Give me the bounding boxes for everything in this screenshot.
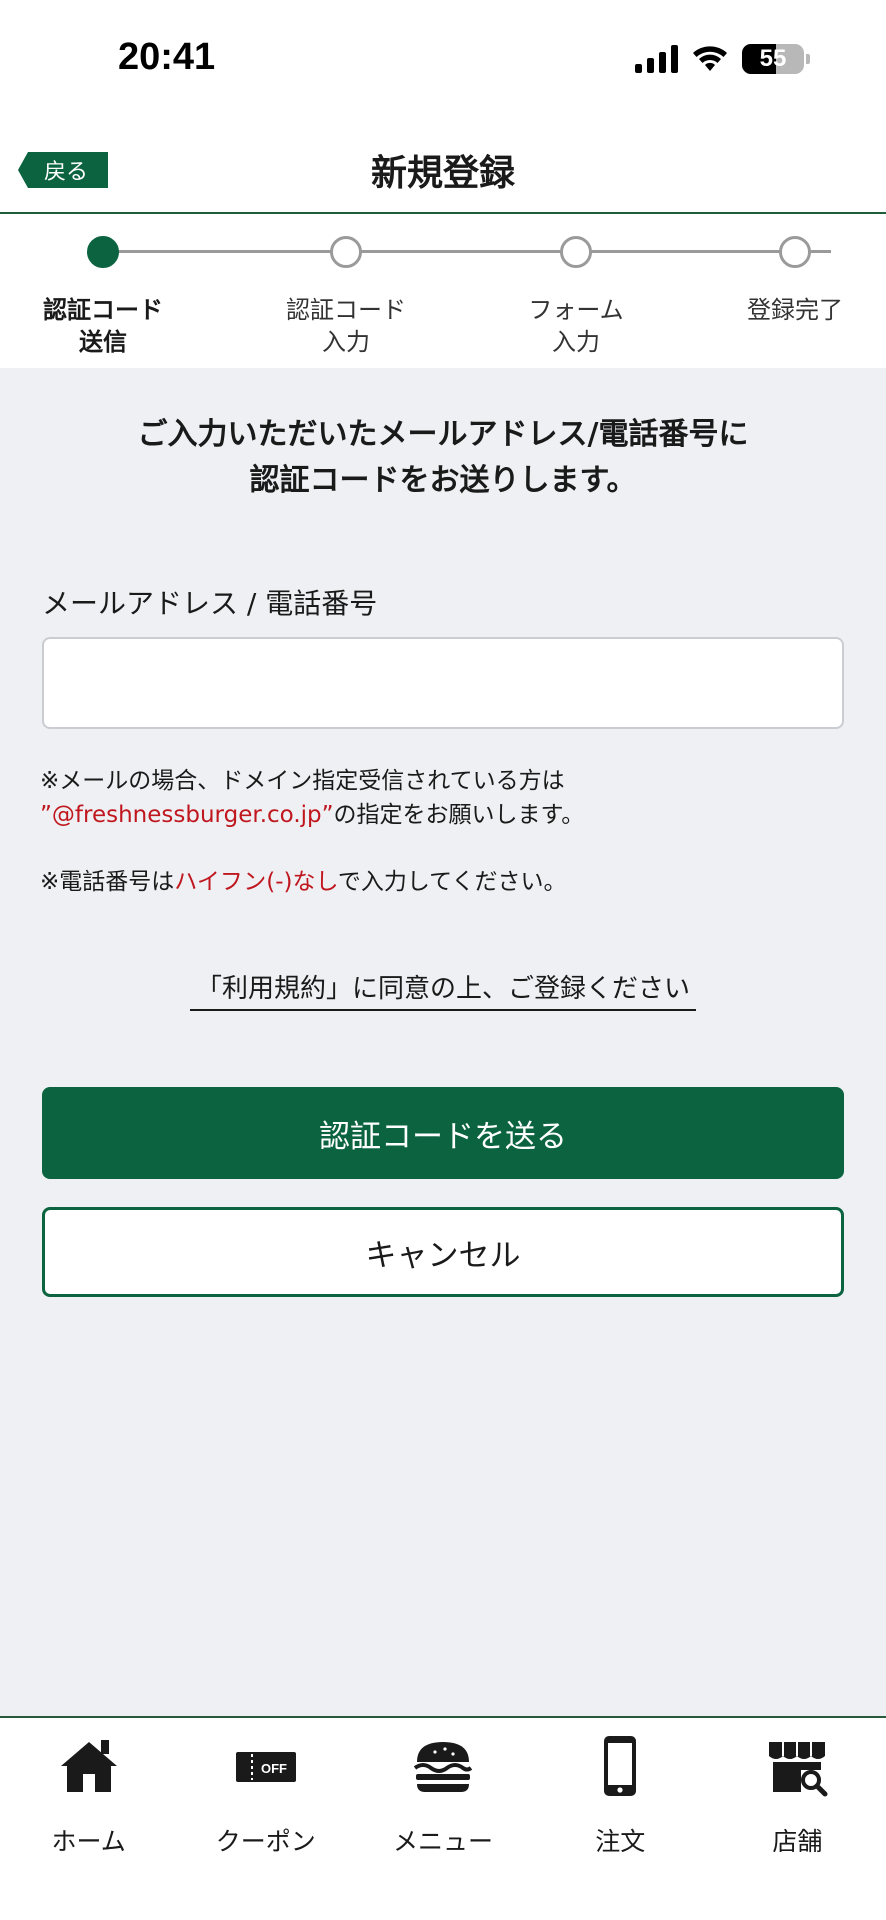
step-dot-form	[560, 236, 592, 268]
step-dot-send-code	[87, 236, 119, 268]
domain-highlight: ”@freshnessburger.co.jp”	[40, 802, 334, 828]
send-code-button[interactable]: 認証コードを送る	[42, 1087, 844, 1179]
tab-home[interactable]: ホーム	[0, 1718, 177, 1920]
step-dot-enter-code	[330, 236, 362, 268]
mail-note-line: ※メールの場合、ドメイン指定受信されている方は	[40, 768, 565, 794]
progress-stepper: 認証コード 送信 認証コード 入力 フォーム 入力 登録完了	[0, 214, 886, 368]
step-label-line: フォーム	[528, 296, 624, 324]
tab-menu[interactable]: メニュー	[354, 1718, 531, 1920]
step-label-line: 認証コード	[286, 296, 406, 324]
page-title: 新規登録	[370, 153, 515, 194]
battery-cap	[806, 54, 810, 64]
coupon-icon: OFF	[235, 1752, 296, 1782]
tab-store[interactable]: 店舗	[709, 1718, 886, 1920]
burger-icon	[413, 1742, 473, 1792]
home-icon	[60, 1740, 117, 1792]
intro-message: ご入力いただいたメールアドレス/電話番号に 認証コードをお送りします。	[0, 412, 886, 504]
status-bar: 20:41 55	[0, 0, 886, 118]
terms-link[interactable]: 「利用規約」に同意の上、ご登録ください	[189, 968, 696, 1011]
nav-header: 戻る 新規登録	[0, 118, 886, 214]
step-label-line: 登録完了	[747, 296, 843, 324]
step-label-line: 認証コード	[43, 296, 163, 324]
status-icons: 55	[635, 44, 810, 74]
svg-text:OFF: OFF	[261, 1761, 287, 1776]
battery-level: 55	[759, 45, 787, 72]
step-label-line: 入力	[552, 328, 600, 356]
tab-label: 注文	[595, 1827, 646, 1856]
step-label-enter-code: 認証コード 入力	[266, 294, 426, 358]
step-label-line: 入力	[322, 328, 370, 356]
intro-line: 認証コードをお送りします。	[249, 463, 637, 498]
phone-note-suffix: で入力してください。	[337, 869, 567, 895]
hyphen-highlight: ハイフン(-)なし	[174, 869, 338, 895]
step-label-complete: 登録完了	[715, 294, 875, 326]
tab-order[interactable]: 注文	[532, 1718, 709, 1920]
contact-input[interactable]	[42, 637, 844, 729]
mail-note: ※メールの場合、ドメイン指定受信されている方は ”@freshnessburge…	[40, 764, 584, 832]
step-label-send-code: 認証コード 送信	[23, 294, 183, 358]
contact-field-label: メールアドレス / 電話番号	[42, 587, 378, 620]
status-time: 20:41	[118, 36, 216, 78]
tab-label: 店舗	[772, 1827, 823, 1856]
terms-link-row: 「利用規約」に同意の上、ご登録ください	[0, 968, 886, 1011]
step-label-form: フォーム 入力	[496, 294, 656, 358]
smartphone-icon	[604, 1736, 637, 1796]
cellular-signal-icon	[635, 45, 678, 73]
mail-note-text: の指定をお願いします。	[333, 802, 585, 828]
tab-label: ホーム	[51, 1827, 126, 1856]
tab-bar: ホーム OFF クーポン メニュー 注文 店舗	[0, 1716, 886, 1920]
tab-label: クーポン	[215, 1827, 316, 1856]
step-dot-complete	[779, 236, 811, 268]
battery-icon: 55	[742, 44, 804, 74]
step-label-line: 送信	[79, 328, 127, 356]
wifi-icon	[693, 46, 727, 71]
cancel-button[interactable]: キャンセル	[42, 1207, 844, 1297]
stepper-line	[103, 250, 831, 253]
tab-coupon[interactable]: OFF クーポン	[177, 1718, 354, 1920]
intro-line: ご入力いただいたメールアドレス/電話番号に	[137, 417, 749, 452]
store-search-icon	[769, 1742, 828, 1797]
mail-note-line: ”@freshnessburger.co.jp”の指定をお願いします。	[40, 798, 584, 832]
phone-note-prefix: ※電話番号は	[40, 869, 175, 895]
phone-note: ※電話番号はハイフン(-)なしで入力してください。	[40, 865, 566, 899]
tab-label: メニュー	[393, 1827, 494, 1856]
